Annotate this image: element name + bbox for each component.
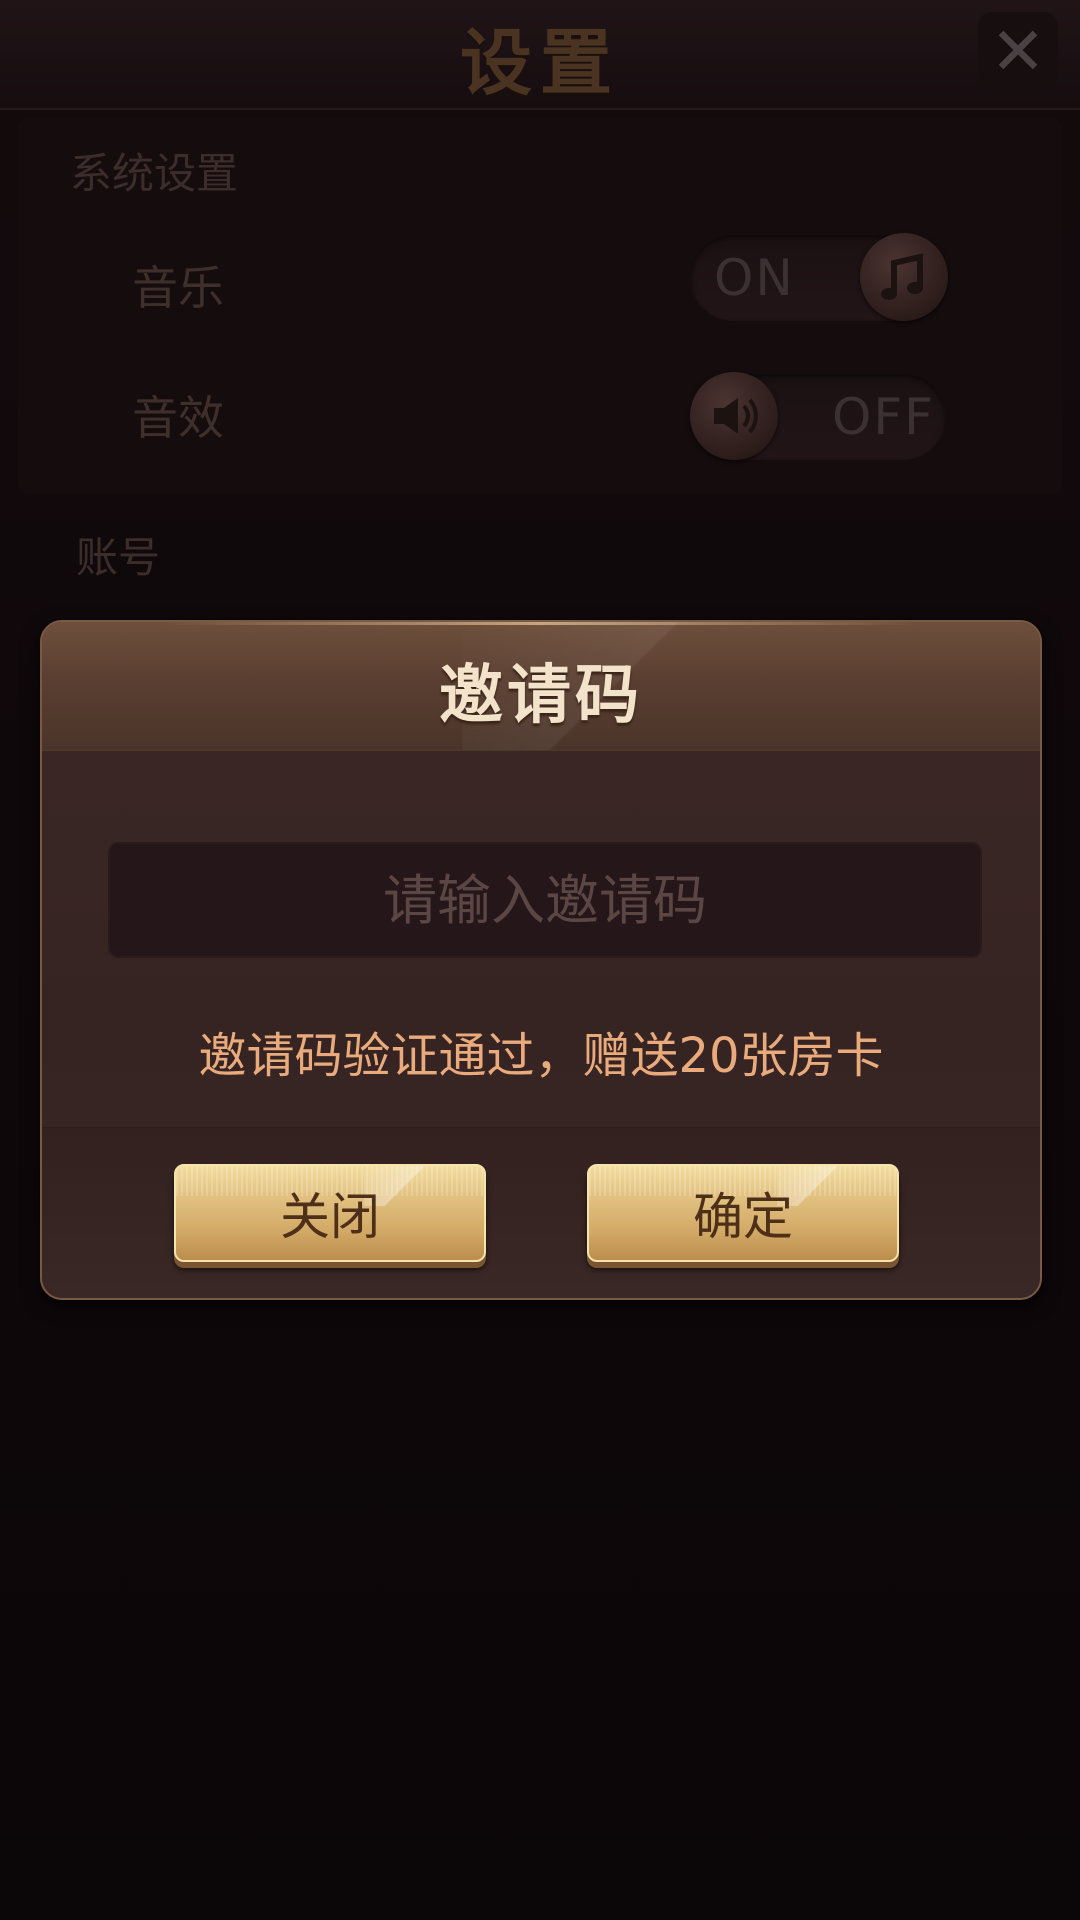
- music-toggle[interactable]: ON: [690, 233, 948, 321]
- sound-toggle-state: OFF: [832, 388, 935, 446]
- close-button-label: 关闭: [280, 1188, 380, 1246]
- invite-code-input[interactable]: [108, 842, 982, 958]
- sound-label: 音效: [132, 391, 224, 445]
- settings-header: 设置 ✕: [0, 0, 1080, 110]
- system-settings-title: 系统设置: [70, 149, 239, 198]
- invite-code-dialog: 邀请码 邀请码验证通过，赠送20张房卡 关闭 确定: [40, 620, 1042, 1300]
- music-label: 音乐: [132, 261, 224, 315]
- music-toggle-state: ON: [714, 249, 795, 307]
- sound-toggle[interactable]: OFF: [690, 372, 946, 460]
- dialog-footer: 关闭 确定: [42, 1127, 1040, 1298]
- account-section-title: 账号: [76, 533, 161, 582]
- dialog-header: 邀请码: [42, 622, 1040, 751]
- speaker-icon: [690, 372, 778, 460]
- confirm-button-label: 确定: [693, 1188, 793, 1246]
- music-note-icon: [860, 233, 948, 321]
- settings-screen: 设置 ✕ 系统设置 音乐 ON 音效 OFF 账号 邀请码 请输入邀请码 邀请码…: [0, 0, 1080, 1920]
- confirm-button[interactable]: 确定: [587, 1164, 899, 1262]
- reward-message: 邀请码验证通过，赠送20张房卡: [198, 1028, 884, 1084]
- settings-title: 设置: [459, 21, 620, 105]
- dialog-title: 邀请码: [439, 659, 643, 733]
- close-button[interactable]: 关闭: [174, 1164, 486, 1262]
- close-x-icon[interactable]: ✕: [978, 12, 1058, 92]
